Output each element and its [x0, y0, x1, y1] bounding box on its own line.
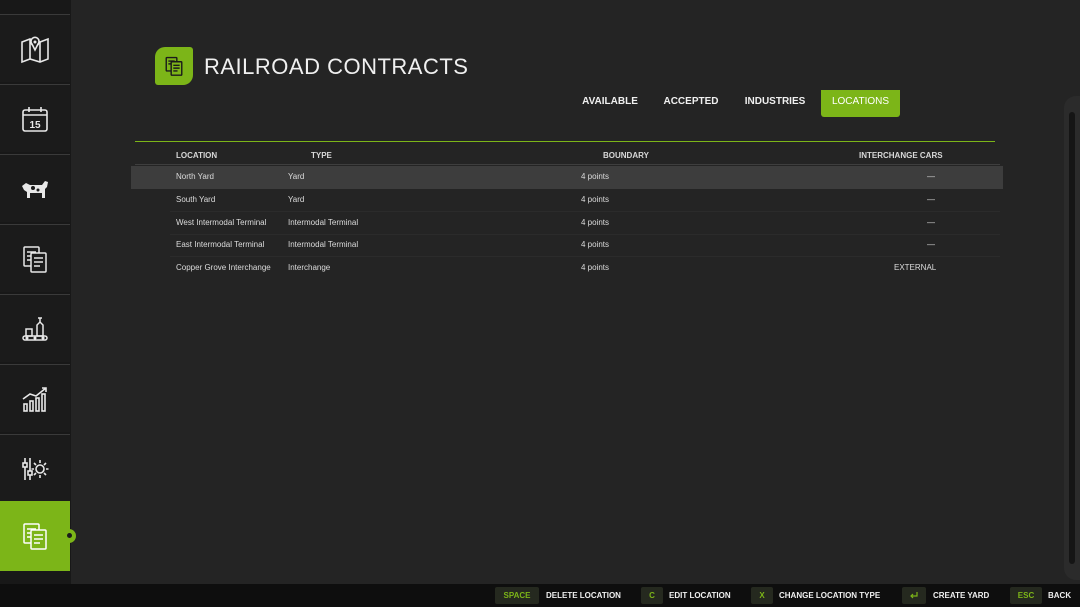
cell-location: Copper Grove Interchange — [176, 263, 271, 272]
sidebar: 15 — [0, 0, 76, 584]
animals-icon — [22, 180, 48, 198]
table-row[interactable]: South Yard Yard 4 points — — [131, 189, 1003, 212]
contracts-icon — [23, 523, 47, 550]
settings-icon — [22, 457, 49, 480]
enter-icon — [910, 592, 918, 599]
column-header-type[interactable]: TYPE — [311, 151, 332, 160]
active-indicator — [67, 533, 72, 538]
tab-locations[interactable]: LOCATIONS — [821, 90, 900, 117]
sidebar-item-statistics[interactable] — [0, 364, 70, 432]
key-hint-c[interactable]: C — [641, 587, 663, 604]
column-header-location[interactable]: LOCATION — [176, 151, 217, 160]
table-row[interactable]: West Intermodal Terminal Intermodal Term… — [131, 212, 1003, 235]
table-row[interactable]: North Yard Yard 4 points — — [131, 166, 1003, 189]
table-row[interactable]: Copper Grove Interchange Interchange 4 p… — [131, 257, 1003, 280]
back-button[interactable]: BACK — [1048, 587, 1071, 604]
column-header-interchange-cars[interactable]: INTERCHANGE CARS — [859, 151, 943, 160]
cell-interchange: — — [927, 195, 935, 204]
cell-interchange: — — [927, 218, 935, 227]
sidebar-item-animals[interactable] — [0, 154, 70, 222]
sidebar-item-settings[interactable] — [0, 434, 70, 502]
cell-boundary: 4 points — [581, 240, 610, 249]
calendar-icon: 15 — [22, 106, 48, 132]
tab-industries[interactable]: INDUSTRIES — [740, 90, 810, 117]
column-header-boundary[interactable]: BOUNDARY — [603, 151, 649, 160]
sidebar-item-contracts[interactable] — [0, 224, 70, 292]
cell-interchange: — — [927, 240, 935, 249]
sidebar-item-production[interactable] — [0, 294, 70, 362]
cell-type: Interchange — [288, 263, 331, 272]
scrollbar[interactable] — [1064, 96, 1080, 580]
tab-divider — [135, 141, 995, 142]
cell-boundary: 4 points — [581, 195, 610, 204]
contracts-icon — [23, 245, 47, 273]
delete-location-button[interactable]: DELETE LOCATION — [546, 587, 621, 604]
cell-type: Yard — [288, 172, 305, 181]
cell-boundary: 4 points — [581, 218, 610, 227]
header-icon — [155, 47, 193, 85]
tab-accepted[interactable]: ACCEPTED — [660, 90, 722, 117]
footer-action-bar: SPACE DELETE LOCATION C EDIT LOCATION X … — [0, 584, 1080, 607]
sidebar-item-calendar[interactable]: 15 — [0, 84, 70, 152]
key-hint-space[interactable]: SPACE — [495, 587, 539, 604]
key-hint-enter[interactable] — [902, 587, 926, 604]
edit-location-button[interactable]: EDIT LOCATION — [669, 587, 731, 604]
table-row[interactable]: East Intermodal Terminal Intermodal Term… — [131, 234, 1003, 257]
page-title: RAILROAD CONTRACTS — [204, 54, 469, 79]
change-location-type-button[interactable]: CHANGE LOCATION TYPE — [779, 587, 880, 604]
cell-type: Intermodal Terminal — [288, 240, 359, 249]
calendar-day: 15 — [29, 120, 41, 131]
cell-location: North Yard — [176, 172, 214, 181]
key-hint-esc[interactable]: ESC — [1010, 587, 1042, 604]
cell-location: South Yard — [176, 195, 216, 204]
cell-boundary: 4 points — [581, 263, 610, 272]
create-yard-button[interactable]: CREATE YARD — [933, 587, 989, 604]
cell-boundary: 4 points — [581, 172, 610, 181]
key-hint-x[interactable]: X — [751, 587, 773, 604]
header-divider — [135, 164, 1000, 165]
tab-available[interactable]: AVAILABLE — [578, 90, 642, 117]
cell-interchange: — — [927, 172, 935, 181]
cell-type: Yard — [288, 195, 305, 204]
cell-location: West Intermodal Terminal — [176, 218, 267, 227]
scrollbar-track — [1069, 112, 1075, 564]
contracts-icon — [165, 56, 183, 76]
cell-interchange: EXTERNAL — [894, 263, 937, 272]
production-icon — [22, 316, 48, 341]
cell-type: Intermodal Terminal — [288, 218, 359, 227]
cell-location: East Intermodal Terminal — [176, 240, 265, 249]
map-icon — [21, 36, 49, 63]
statistics-icon — [22, 386, 47, 412]
sidebar-item-contracts-active[interactable] — [0, 501, 76, 571]
sidebar-item-map[interactable] — [0, 14, 70, 82]
